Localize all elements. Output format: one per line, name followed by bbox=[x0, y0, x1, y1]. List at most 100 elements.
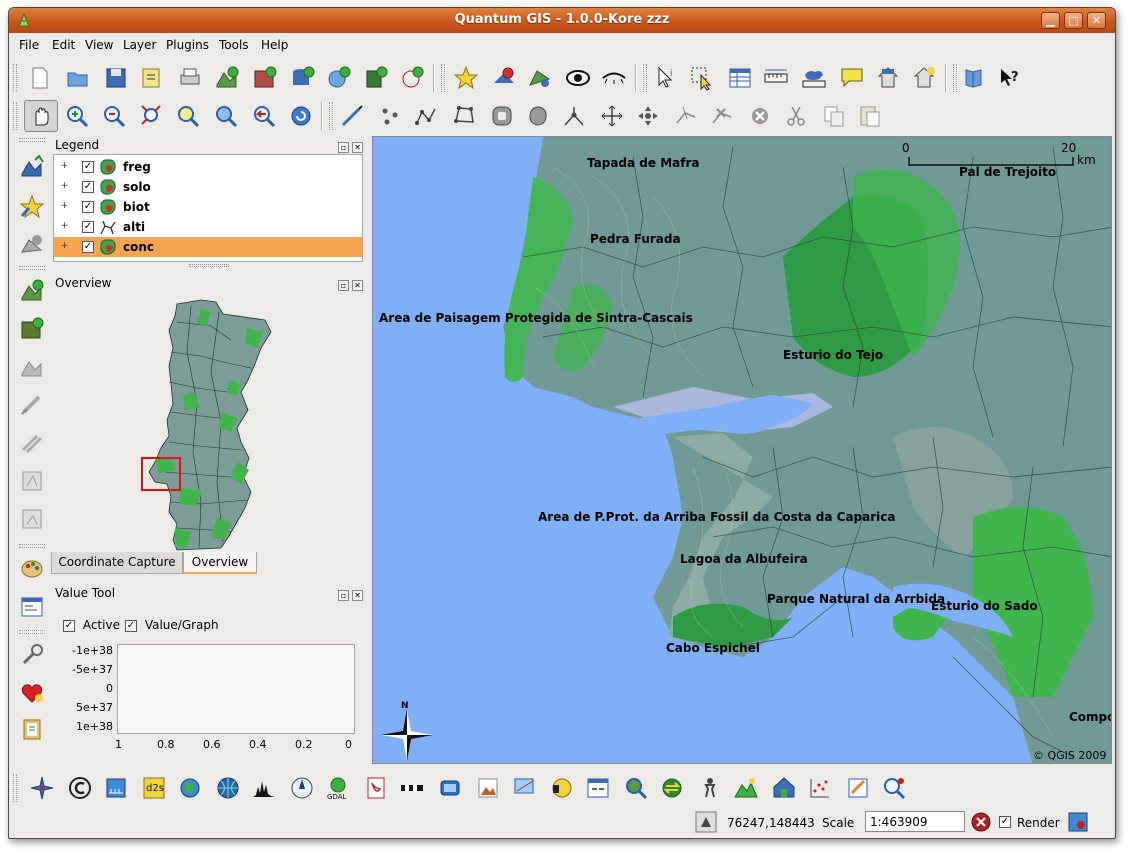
add-wfs-side-icon[interactable] bbox=[19, 430, 45, 456]
float-panel-button[interactable]: ▫ bbox=[338, 590, 349, 601]
panel-resize-grip[interactable] bbox=[189, 264, 229, 267]
map-server-plugin-icon[interactable] bbox=[511, 775, 537, 801]
add-wms-side-icon[interactable] bbox=[19, 392, 45, 418]
vector-layer-properties-side-icon[interactable] bbox=[19, 468, 45, 494]
toolbar-grip[interactable] bbox=[13, 774, 17, 802]
menu-edit[interactable]: Edit bbox=[52, 38, 75, 52]
d2s-plugin-icon[interactable]: d2s bbox=[141, 775, 167, 801]
layer-visibility-checkbox[interactable]: ✓ bbox=[82, 161, 94, 173]
new-project-icon[interactable] bbox=[27, 65, 53, 91]
plugin-clipboard-icon[interactable] bbox=[19, 716, 45, 742]
save-project-icon[interactable] bbox=[103, 65, 129, 91]
legend-layer-alti[interactable]: + ✓ alti bbox=[54, 217, 362, 237]
active-checkbox-row[interactable]: ✓ Active bbox=[63, 618, 120, 632]
layer-visibility-checkbox[interactable]: ✓ bbox=[82, 201, 94, 213]
toolbar-grip[interactable] bbox=[19, 630, 45, 634]
raster-layer-properties-side-icon[interactable] bbox=[19, 506, 45, 532]
plugin-wrench-icon[interactable] bbox=[19, 642, 45, 668]
capture-point-icon[interactable] bbox=[377, 103, 403, 129]
toggle-extents-icon[interactable] bbox=[695, 811, 717, 833]
gps-tools-plugin-icon[interactable] bbox=[437, 775, 463, 801]
add-vector-layer-icon[interactable] bbox=[214, 65, 240, 91]
render-checkbox[interactable]: ✓ bbox=[999, 816, 1011, 828]
add-vector-layer-side-icon[interactable] bbox=[19, 154, 45, 180]
add-vertex-icon[interactable] bbox=[673, 103, 699, 129]
cut-features-icon[interactable] bbox=[783, 103, 809, 129]
add-spatialite-layer-icon[interactable] bbox=[325, 65, 351, 91]
open-project-icon[interactable] bbox=[65, 65, 91, 91]
stop-render-icon[interactable] bbox=[971, 812, 991, 832]
toolbar-grip[interactable] bbox=[441, 64, 445, 92]
split-features-icon[interactable] bbox=[561, 103, 587, 129]
capture-polyline-icon[interactable] bbox=[413, 103, 439, 129]
toolbar-grip[interactable] bbox=[19, 266, 45, 270]
legend-layer-conc[interactable]: + ✓ conc bbox=[54, 237, 362, 257]
python-console-plugin-icon[interactable] bbox=[549, 775, 575, 801]
zoom-search-plugin-icon[interactable] bbox=[623, 775, 649, 801]
add-raster-side-icon[interactable] bbox=[19, 278, 45, 304]
capture-line-icon[interactable] bbox=[339, 103, 365, 129]
compass-plugin-icon[interactable] bbox=[289, 775, 315, 801]
menu-layer[interactable]: Layer bbox=[123, 38, 156, 52]
menu-file[interactable]: File bbox=[19, 38, 39, 52]
value-graph-checkbox-row[interactable]: ✓ Value/Graph bbox=[125, 618, 219, 632]
expand-icon[interactable]: + bbox=[60, 202, 69, 211]
tab-coordinate-capture[interactable]: Coordinate Capture bbox=[51, 552, 183, 574]
plugin-form-icon[interactable] bbox=[19, 594, 45, 620]
point-scatter-plugin-icon[interactable] bbox=[807, 775, 833, 801]
add-raster-layer-icon[interactable] bbox=[252, 65, 278, 91]
refresh-icon[interactable] bbox=[288, 103, 314, 129]
plugin-favorite-icon[interactable] bbox=[19, 680, 45, 706]
zoom-to-selection-icon[interactable] bbox=[175, 103, 201, 129]
save-as-icon[interactable] bbox=[139, 65, 165, 91]
menu-help[interactable]: Help bbox=[261, 38, 288, 52]
close-panel-button[interactable]: ✕ bbox=[352, 142, 363, 153]
close-panel-button[interactable]: ✕ bbox=[352, 280, 363, 291]
close-panel-button[interactable]: ✕ bbox=[352, 590, 363, 601]
remove-layer-side-icon[interactable] bbox=[19, 232, 45, 258]
map-canvas[interactable]: Tapada de Mafra Pal de Trejoito Pedra Fu… bbox=[372, 136, 1112, 764]
measure-area-icon[interactable] bbox=[801, 65, 827, 91]
add-wms-layer-icon[interactable] bbox=[363, 65, 389, 91]
pdf-export-plugin-icon[interactable] bbox=[363, 775, 389, 801]
show-all-layers-icon[interactable] bbox=[565, 65, 591, 91]
legend-layer-solo[interactable]: + ✓ solo bbox=[54, 177, 362, 197]
new-bookmark-icon[interactable] bbox=[875, 65, 901, 91]
terrain-plugin-icon[interactable] bbox=[733, 775, 759, 801]
menu-tools[interactable]: Tools bbox=[219, 38, 249, 52]
georeferencer-plugin-icon[interactable] bbox=[177, 775, 203, 801]
scale-input[interactable] bbox=[865, 811, 965, 832]
new-layer-side-icon[interactable] bbox=[19, 194, 45, 220]
zoom-out-icon[interactable] bbox=[101, 103, 127, 129]
zoom-in-icon[interactable] bbox=[64, 103, 90, 129]
overview-map[interactable] bbox=[51, 292, 365, 554]
search-plugin-icon[interactable] bbox=[881, 775, 907, 801]
map-tips-icon[interactable] bbox=[839, 65, 865, 91]
histogram-plugin-icon[interactable] bbox=[251, 775, 277, 801]
move-vertex-icon[interactable] bbox=[635, 103, 661, 129]
title-bar[interactable]: Quantum GIS - 1.0.0-Kore zzz ▁ □ ✕ bbox=[9, 8, 1115, 33]
float-panel-button[interactable]: ▫ bbox=[338, 142, 349, 153]
add-ring-icon[interactable] bbox=[489, 103, 515, 129]
print-icon[interactable] bbox=[177, 65, 203, 91]
copyright-label-plugin-icon[interactable] bbox=[67, 775, 93, 801]
expand-icon[interactable]: + bbox=[60, 162, 69, 171]
whats-this-help-icon[interactable]: ? bbox=[997, 65, 1023, 91]
toggle-editing-icon[interactable] bbox=[527, 65, 553, 91]
attribute-table-icon[interactable] bbox=[727, 65, 753, 91]
toolbar-grip[interactable] bbox=[953, 64, 957, 92]
menu-plugins[interactable]: Plugins bbox=[166, 38, 209, 52]
identify-features-icon[interactable]: i bbox=[653, 65, 679, 91]
help-contents-icon[interactable] bbox=[961, 65, 987, 91]
zoom-last-icon[interactable] bbox=[251, 103, 277, 129]
add-island-icon[interactable] bbox=[525, 103, 551, 129]
active-checkbox[interactable]: ✓ bbox=[63, 619, 75, 632]
measure-line-icon[interactable] bbox=[763, 65, 789, 91]
pan-map-icon[interactable] bbox=[28, 103, 54, 129]
toolbar-grip[interactable] bbox=[643, 64, 647, 92]
legend-layer-biot[interactable]: + ✓ biot bbox=[54, 197, 362, 217]
toolbar-grip[interactable] bbox=[19, 544, 45, 548]
toolbar-grip[interactable] bbox=[13, 102, 17, 130]
tab-overview[interactable]: Overview bbox=[183, 552, 257, 574]
plugin-palette-icon[interactable] bbox=[19, 556, 45, 582]
